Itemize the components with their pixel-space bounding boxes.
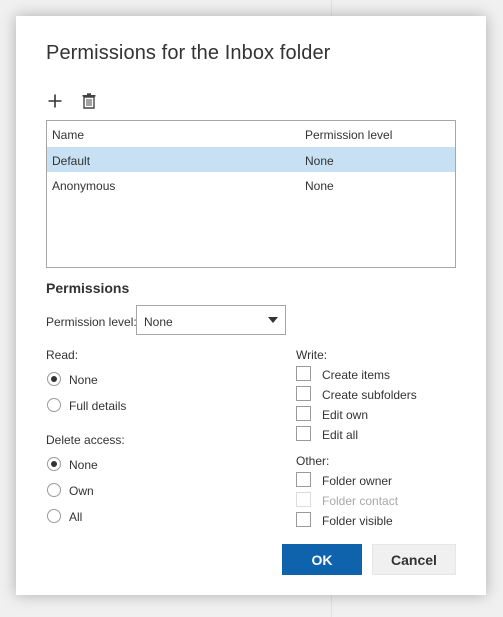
- create-subfolders-label: Create subfolders: [322, 388, 417, 402]
- row-name: Anonymous: [52, 179, 116, 193]
- permission-level-label: Permission level:: [46, 315, 137, 329]
- delete-all-radio[interactable]: [47, 509, 61, 523]
- ok-button[interactable]: OK: [282, 544, 362, 575]
- edit-all-label: Edit all: [322, 428, 359, 442]
- read-full-details-radio[interactable]: [47, 398, 61, 412]
- edit-all-checkbox[interactable]: [296, 426, 311, 441]
- delete-access-label: Delete access:: [46, 433, 125, 447]
- other-label: Other:: [296, 454, 330, 468]
- edit-own-checkbox[interactable]: [296, 406, 311, 421]
- edit-own-label: Edit own: [322, 408, 369, 422]
- delete-all-label: All: [69, 510, 83, 524]
- folder-contact-checkbox: [296, 492, 311, 507]
- plus-icon: [48, 94, 62, 108]
- create-items-label: Create items: [322, 368, 391, 382]
- folder-visible-label: Folder visible: [322, 514, 393, 528]
- read-label: Read:: [46, 348, 79, 362]
- add-permission-button[interactable]: [44, 90, 66, 112]
- read-none-radio[interactable]: [47, 372, 61, 386]
- folder-owner-label: Folder owner: [322, 474, 393, 488]
- table-row[interactable]: Anonymous None: [47, 172, 455, 197]
- row-permission-level: None: [305, 154, 334, 168]
- delete-permission-button[interactable]: [78, 90, 100, 112]
- dialog-title: Permissions for the Inbox folder: [46, 42, 331, 64]
- column-header-name: Name: [52, 128, 85, 142]
- folder-visible-checkbox[interactable]: [296, 512, 311, 527]
- permissions-table: Name Permission level Default None Anony…: [46, 120, 456, 268]
- trash-icon: [82, 93, 96, 109]
- delete-none-radio[interactable]: [47, 457, 61, 471]
- delete-none-label: None: [69, 458, 98, 472]
- cancel-button[interactable]: Cancel: [372, 544, 456, 575]
- folder-contact-label: Folder contact: [322, 494, 399, 508]
- table-row[interactable]: Default None: [47, 147, 455, 172]
- permissions-dialog: Permissions for the Inbox folder Name Pe…: [16, 16, 486, 595]
- permissions-section-title: Permissions: [46, 280, 130, 296]
- read-full-details-label: Full details: [69, 399, 127, 413]
- delete-own-radio[interactable]: [47, 483, 61, 497]
- chevron-down-icon: [268, 317, 278, 323]
- row-name: Default: [52, 154, 91, 168]
- create-subfolders-checkbox[interactable]: [296, 386, 311, 401]
- folder-owner-checkbox[interactable]: [296, 472, 311, 487]
- read-none-label: None: [69, 373, 98, 387]
- create-items-checkbox[interactable]: [296, 366, 311, 381]
- write-label: Write:: [296, 348, 328, 362]
- column-header-permission-level: Permission level: [305, 128, 393, 142]
- permission-level-dropdown[interactable]: None: [136, 305, 286, 335]
- row-permission-level: None: [305, 179, 334, 193]
- table-header: Name Permission level: [47, 121, 455, 147]
- delete-own-label: Own: [69, 484, 94, 498]
- permission-level-value: None: [144, 315, 173, 329]
